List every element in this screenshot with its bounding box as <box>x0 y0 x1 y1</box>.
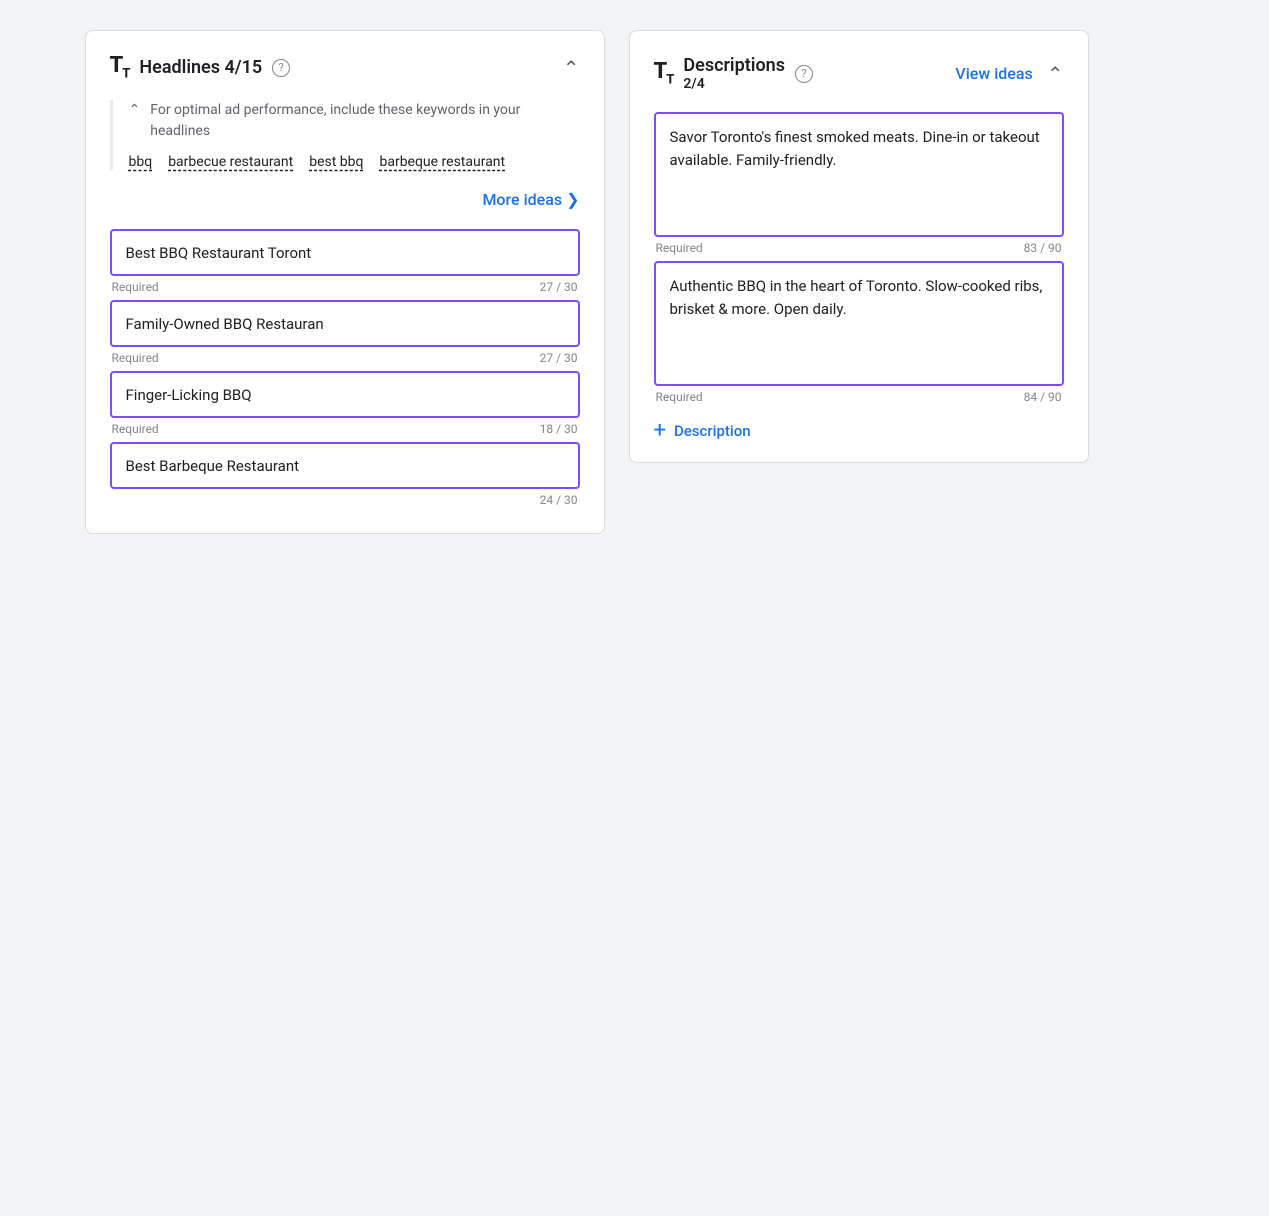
keyword-chip[interactable]: bbq <box>129 154 153 170</box>
add-desc-label: Description <box>674 422 751 440</box>
descriptions-subtitle: 2/4 <box>683 76 785 92</box>
desc-field-2-meta: Required 84 / 90 <box>654 390 1064 404</box>
headline-field-3-label: Required <box>112 422 159 436</box>
headline-input-group-4: 24 / 30 <box>110 442 580 507</box>
descriptions-card: TT Descriptions 2/4 ? View ideas ⌃ Savor… <box>629 30 1089 463</box>
desc-field-2-wrapper: Authentic BBQ in the heart of Toronto. S… <box>654 261 1064 386</box>
more-ideas-link[interactable]: More ideas ❯ <box>482 190 579 209</box>
headline-field-4-wrapper <box>110 442 580 489</box>
headline-field-1-meta: Required 27 / 30 <box>110 280 580 294</box>
text-format-icon: TT <box>110 55 130 80</box>
headline-field-4-count: 24 / 30 <box>540 493 578 507</box>
descriptions-title-group: Descriptions 2/4 <box>683 55 785 92</box>
keyword-chip[interactable]: barbeque restaurant <box>379 154 505 170</box>
page-wrapper: TT Headlines 4/15 ? ⌃ ⌃ For optimal ad p… <box>85 30 1185 534</box>
headline-field-3-count: 18 / 30 <box>540 422 578 436</box>
keywords-hint-text: For optimal ad performance, include thes… <box>150 100 579 142</box>
desc-field-1[interactable]: Savor Toronto's finest smoked meats. Din… <box>670 126 1048 219</box>
headlines-card: TT Headlines 4/15 ? ⌃ ⌃ For optimal ad p… <box>85 30 605 534</box>
more-ideas-label: More ideas <box>482 190 562 209</box>
headlines-header-left: TT Headlines 4/15 ? <box>110 55 291 80</box>
headline-field-2-count: 27 / 30 <box>540 351 578 365</box>
desc-input-group-1: Savor Toronto's finest smoked meats. Din… <box>654 112 1064 255</box>
headline-field-1-wrapper <box>110 229 580 276</box>
desc-field-1-count: 83 / 90 <box>1024 241 1062 255</box>
headline-input-group-3: Required 18 / 30 <box>110 371 580 436</box>
descriptions-help-icon[interactable]: ? <box>795 65 813 83</box>
headlines-help-icon[interactable]: ? <box>272 59 290 77</box>
headline-field-2-wrapper <box>110 300 580 347</box>
plus-icon: + <box>654 420 666 442</box>
headline-field-4[interactable] <box>126 457 564 475</box>
headline-input-group-2: Required 27 / 30 <box>110 300 580 365</box>
headline-field-2[interactable] <box>126 315 564 333</box>
descriptions-title: Descriptions <box>683 55 785 76</box>
keyword-chips: bbq barbecue restaurant best bbq barbequ… <box>129 154 580 170</box>
headline-field-4-meta: 24 / 30 <box>110 493 580 507</box>
desc-field-2[interactable]: Authentic BBQ in the heart of Toronto. S… <box>670 275 1048 368</box>
headlines-header: TT Headlines 4/15 ? ⌃ <box>110 55 580 80</box>
headline-field-1-count: 27 / 30 <box>540 280 578 294</box>
headline-field-3-meta: Required 18 / 30 <box>110 422 580 436</box>
desc-input-group-2: Authentic BBQ in the heart of Toronto. S… <box>654 261 1064 404</box>
headline-input-group-1: Required 27 / 30 <box>110 229 580 294</box>
keyword-chip[interactable]: best bbq <box>309 154 363 170</box>
desc-field-2-count: 84 / 90 <box>1024 390 1062 404</box>
headline-field-1-label: Required <box>112 280 159 294</box>
add-description-button[interactable]: + Description <box>654 420 1064 442</box>
desc-field-1-label: Required <box>656 241 703 255</box>
arrow-right-icon: ❯ <box>566 190 579 209</box>
headline-field-3[interactable] <box>126 386 564 404</box>
descriptions-header-right: View ideas ⌃ <box>955 62 1063 86</box>
chevron-small-icon: ⌃ <box>129 102 141 118</box>
headline-field-2-label: Required <box>112 351 159 365</box>
headline-field-1[interactable] <box>126 244 564 262</box>
descriptions-header-left: TT Descriptions 2/4 ? <box>654 55 813 92</box>
keywords-hint: ⌃ For optimal ad performance, include th… <box>129 100 580 142</box>
descriptions-header: TT Descriptions 2/4 ? View ideas ⌃ <box>654 55 1064 92</box>
desc-field-1-meta: Required 83 / 90 <box>654 241 1064 255</box>
headline-field-2-meta: Required 27 / 30 <box>110 351 580 365</box>
more-ideas-row: More ideas ❯ <box>110 190 580 209</box>
desc-field-2-label: Required <box>656 390 703 404</box>
view-ideas-link[interactable]: View ideas <box>955 64 1032 83</box>
headlines-collapse-icon[interactable]: ⌃ <box>563 56 580 80</box>
headline-field-3-wrapper <box>110 371 580 418</box>
descriptions-collapse-icon[interactable]: ⌃ <box>1047 62 1064 86</box>
headlines-title: Headlines 4/15 <box>139 57 262 78</box>
keyword-chip[interactable]: barbecue restaurant <box>168 154 293 170</box>
desc-field-1-wrapper: Savor Toronto's finest smoked meats. Din… <box>654 112 1064 237</box>
keywords-section: ⌃ For optimal ad performance, include th… <box>110 100 580 170</box>
desc-text-format-icon: TT <box>654 61 674 86</box>
